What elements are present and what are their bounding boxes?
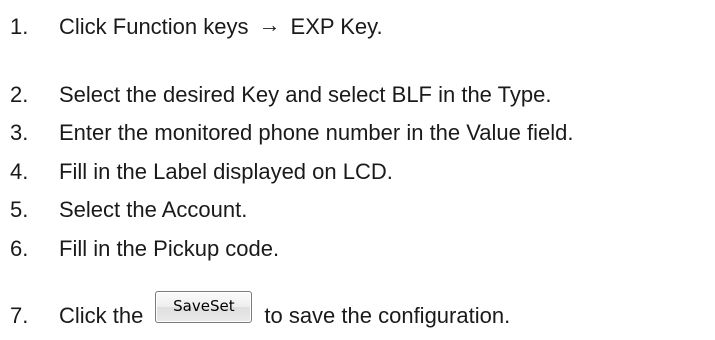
- step-text: Click the: [59, 303, 144, 328]
- step-number: 6.: [10, 236, 29, 261]
- right-arrow-icon: →: [258, 12, 281, 37]
- step-7: 7. Click the SaveSet to save the configu…: [10, 291, 511, 329]
- step-text: Select the Account.: [59, 197, 248, 222]
- step-1: 1. Click Function keys → EXP Key.: [10, 12, 383, 40]
- step-text: EXP Key.: [290, 14, 383, 39]
- step-text: Enter the monitored phone number in the …: [59, 120, 574, 145]
- step-text: Select the desired Key and select BLF in…: [59, 82, 552, 107]
- saveset-button[interactable]: SaveSet: [155, 291, 253, 323]
- step-number: 3.: [10, 120, 29, 145]
- step-number: 5.: [10, 197, 29, 222]
- step-text: Click Function keys: [59, 14, 249, 39]
- step-number: 2.: [10, 82, 29, 107]
- step-2: 2. Select the desired Key and select BLF…: [10, 82, 551, 108]
- step-3: 3. Enter the monitored phone number in t…: [10, 120, 573, 146]
- step-text: Fill in the Label displayed on LCD.: [59, 159, 393, 184]
- step-text: Fill in the Pickup code.: [59, 236, 280, 261]
- step-number: 1.: [10, 14, 29, 39]
- step-text: to save the configuration.: [264, 303, 511, 328]
- step-4: 4. Fill in the Label displayed on LCD.: [10, 159, 393, 185]
- step-5: 5. Select the Account.: [10, 197, 247, 223]
- step-6: 6. Fill in the Pickup code.: [10, 236, 279, 262]
- step-number: 7.: [10, 303, 29, 328]
- step-number: 4.: [10, 159, 29, 184]
